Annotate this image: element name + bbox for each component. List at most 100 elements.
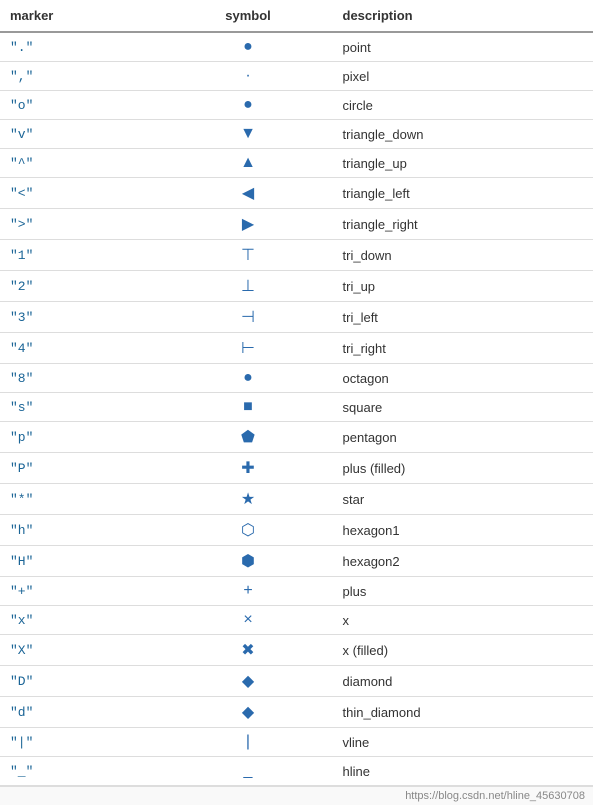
cell-marker: "^"	[0, 149, 164, 178]
cell-marker: "s"	[0, 393, 164, 422]
cell-description: tri_left	[333, 302, 593, 333]
cell-marker: "3"	[0, 302, 164, 333]
cell-description: tri_up	[333, 271, 593, 302]
cell-marker: "8"	[0, 364, 164, 393]
cell-symbol: ×	[164, 606, 333, 635]
table-row: "P"✚plus (filled)	[0, 453, 593, 484]
cell-symbol: ⬟	[164, 422, 333, 453]
cell-symbol: +	[164, 577, 333, 606]
table-row: ">"▶triangle_right	[0, 209, 593, 240]
cell-symbol: ⬡	[164, 515, 333, 546]
cell-description: plus (filled)	[333, 453, 593, 484]
cell-marker: "1"	[0, 240, 164, 271]
cell-symbol: ▲	[164, 149, 333, 178]
cell-symbol: ◆	[164, 666, 333, 697]
cell-marker: "+"	[0, 577, 164, 606]
table-row: "2"⊥tri_up	[0, 271, 593, 302]
header-symbol: symbol	[164, 0, 333, 32]
cell-marker: "_"	[0, 757, 164, 786]
cell-marker: "2"	[0, 271, 164, 302]
cell-marker: "p"	[0, 422, 164, 453]
cell-symbol: ·	[164, 62, 333, 91]
cell-description: hexagon2	[333, 546, 593, 577]
cell-description: point	[333, 32, 593, 62]
watermark: https://blog.csdn.net/hline_45630708	[0, 786, 593, 805]
cell-description: hline	[333, 757, 593, 786]
markers-table: marker symbol description "."●point","·p…	[0, 0, 593, 786]
table-row: "D"◆diamond	[0, 666, 593, 697]
cell-description: x	[333, 606, 593, 635]
cell-marker: "X"	[0, 635, 164, 666]
cell-marker: "<"	[0, 178, 164, 209]
table-row: "h"⬡hexagon1	[0, 515, 593, 546]
cell-marker: "H"	[0, 546, 164, 577]
cell-description: hexagon1	[333, 515, 593, 546]
cell-symbol: ★	[164, 484, 333, 515]
cell-description: star	[333, 484, 593, 515]
header-marker: marker	[0, 0, 164, 32]
cell-symbol: ■	[164, 393, 333, 422]
cell-marker: "D"	[0, 666, 164, 697]
cell-symbol: ▼	[164, 120, 333, 149]
cell-marker: "x"	[0, 606, 164, 635]
table-row: "o"●circle	[0, 91, 593, 120]
cell-description: triangle_left	[333, 178, 593, 209]
cell-description: square	[333, 393, 593, 422]
table-row: "p"⬟pentagon	[0, 422, 593, 453]
cell-symbol: _	[164, 757, 333, 786]
cell-symbol: ●	[164, 91, 333, 120]
cell-description: pixel	[333, 62, 593, 91]
cell-symbol: ⊢	[164, 333, 333, 364]
cell-symbol: ◀	[164, 178, 333, 209]
cell-marker: "4"	[0, 333, 164, 364]
cell-description: tri_right	[333, 333, 593, 364]
table-row: "_"_hline	[0, 757, 593, 786]
cell-marker: "d"	[0, 697, 164, 728]
cell-marker: ">"	[0, 209, 164, 240]
cell-symbol: ⊥	[164, 271, 333, 302]
table-row: "<"◀triangle_left	[0, 178, 593, 209]
cell-symbol: ◆	[164, 697, 333, 728]
cell-symbol: ▶	[164, 209, 333, 240]
table-row: "+"+plus	[0, 577, 593, 606]
cell-symbol: ✚	[164, 453, 333, 484]
cell-symbol: ●	[164, 32, 333, 62]
table-row: "^"▲triangle_up	[0, 149, 593, 178]
cell-marker: ","	[0, 62, 164, 91]
cell-marker: "."	[0, 32, 164, 62]
cell-description: thin_diamond	[333, 697, 593, 728]
cell-marker: "o"	[0, 91, 164, 120]
header-description: description	[333, 0, 593, 32]
cell-symbol: |	[164, 728, 333, 757]
table-row: "4"⊢tri_right	[0, 333, 593, 364]
table-row: "8"●octagon	[0, 364, 593, 393]
cell-description: circle	[333, 91, 593, 120]
cell-description: pentagon	[333, 422, 593, 453]
cell-marker: "v"	[0, 120, 164, 149]
cell-description: plus	[333, 577, 593, 606]
cell-description: triangle_right	[333, 209, 593, 240]
cell-description: vline	[333, 728, 593, 757]
cell-marker: "*"	[0, 484, 164, 515]
cell-symbol: ⊤	[164, 240, 333, 271]
cell-description: triangle_up	[333, 149, 593, 178]
table-row: "x"×x	[0, 606, 593, 635]
table-row: "3"⊣tri_left	[0, 302, 593, 333]
cell-description: x (filled)	[333, 635, 593, 666]
cell-marker: "|"	[0, 728, 164, 757]
table-row: "."●point	[0, 32, 593, 62]
table-row: "d"◆thin_diamond	[0, 697, 593, 728]
table-row: "s"■square	[0, 393, 593, 422]
table-row: "X"✖x (filled)	[0, 635, 593, 666]
table-row: "H"⬢hexagon2	[0, 546, 593, 577]
table-row: "|"|vline	[0, 728, 593, 757]
cell-description: tri_down	[333, 240, 593, 271]
cell-description: diamond	[333, 666, 593, 697]
cell-symbol: ⊣	[164, 302, 333, 333]
cell-marker: "P"	[0, 453, 164, 484]
cell-symbol: ●	[164, 364, 333, 393]
cell-description: triangle_down	[333, 120, 593, 149]
cell-symbol: ✖	[164, 635, 333, 666]
cell-symbol: ⬢	[164, 546, 333, 577]
table-row: "1"⊤tri_down	[0, 240, 593, 271]
